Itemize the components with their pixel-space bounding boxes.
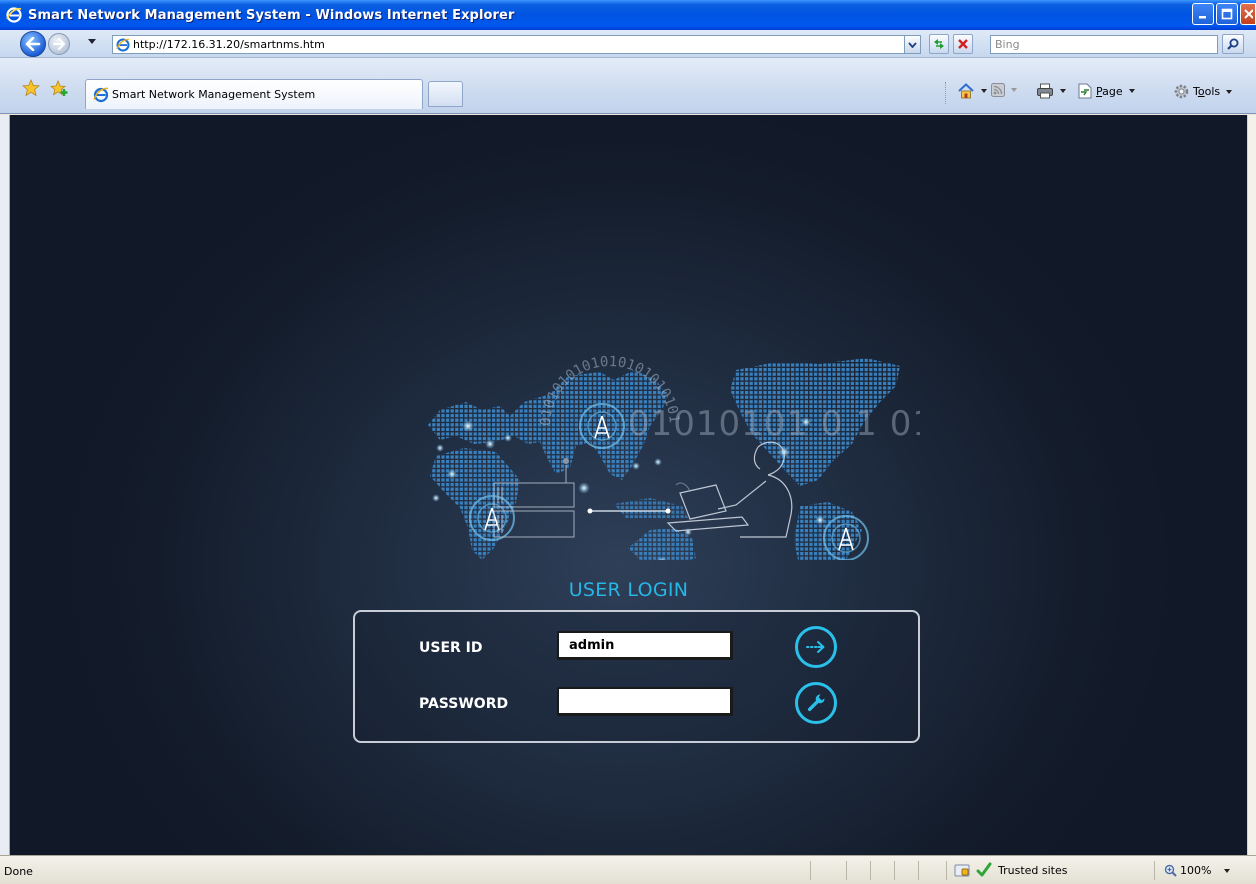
maximize-button[interactable]	[1216, 3, 1238, 25]
tab-command-bar: Smart Network Management System Page Too…	[0, 58, 1256, 114]
content-left-border	[0, 115, 10, 855]
tools-gear-icon	[1174, 84, 1189, 99]
status-divider	[894, 861, 895, 880]
stop-button[interactable]	[953, 34, 973, 54]
wrench-icon	[807, 694, 825, 712]
tools-menu-accel: o	[1197, 85, 1205, 98]
login-title: USER LOGIN	[568, 579, 689, 601]
forward-arrow-icon	[53, 38, 65, 50]
feeds-icon	[991, 83, 1005, 97]
tools-menu[interactable]: Tools	[1173, 83, 1233, 100]
search-button[interactable]	[1222, 34, 1244, 54]
user-id-label: USER ID	[419, 640, 483, 656]
page-menu[interactable]: Page	[1077, 83, 1135, 99]
forward-button[interactable]	[48, 33, 70, 55]
zoom-dropdown[interactable]	[1224, 868, 1231, 873]
maximize-icon	[1221, 8, 1233, 20]
status-divider	[946, 861, 947, 880]
check-icon	[976, 862, 992, 877]
vertical-scrollbar[interactable]	[1247, 115, 1256, 855]
chevron-down-icon	[908, 41, 917, 48]
settings-button[interactable]	[795, 682, 837, 724]
ie-icon	[93, 87, 109, 106]
status-divider	[810, 861, 811, 880]
login-arrow-icon	[806, 641, 825, 653]
address-field[interactable]: http://172.16.31.20/smartnms.htm	[112, 35, 921, 54]
user-id-input[interactable]	[557, 631, 733, 660]
print-button[interactable]	[1036, 83, 1066, 99]
status-divider	[1154, 861, 1155, 880]
search-input[interactable]: Bing	[990, 35, 1218, 54]
zoom-control[interactable]: 100%	[1164, 864, 1231, 877]
new-tab-button[interactable]	[428, 81, 463, 107]
zoom-icon	[1164, 864, 1177, 877]
search-icon	[1227, 38, 1239, 50]
login-page: 0101010101010101010101 01010101 0 1 0101	[10, 115, 1247, 855]
zoom-level: 100%	[1180, 864, 1212, 877]
security-zone[interactable]: Trusted sites	[954, 862, 1068, 878]
address-url: http://172.16.31.20/smartnms.htm	[133, 38, 325, 51]
page-icon	[1078, 83, 1092, 99]
status-divider	[846, 861, 847, 880]
status-text: Done	[4, 865, 33, 878]
refresh-button[interactable]	[929, 34, 949, 54]
back-button[interactable]	[20, 31, 46, 57]
print-icon	[1037, 83, 1053, 99]
feeds-button[interactable]	[991, 83, 1017, 97]
security-zone-label: Trusted sites	[998, 863, 1068, 877]
status-bar: Done Trusted sites 100%	[0, 855, 1256, 884]
window-title: Smart Network Management System - Window…	[28, 7, 515, 23]
favorites-star-icon[interactable]	[21, 78, 41, 100]
server-and-user-illustration	[493, 441, 793, 538]
tab-smart-nms[interactable]: Smart Network Management System	[85, 79, 423, 109]
minimize-icon	[1199, 16, 1206, 19]
window-title-bar[interactable]: Smart Network Management System - Window…	[0, 0, 1256, 30]
refresh-icon	[934, 39, 944, 49]
lock-icon	[954, 864, 970, 877]
recent-pages-dropdown[interactable]	[88, 39, 96, 44]
back-arrow-icon	[25, 37, 41, 51]
tools-menu-label: ols	[1204, 85, 1221, 98]
login-button[interactable]	[795, 626, 837, 668]
home-button[interactable]	[957, 83, 987, 99]
minimize-button[interactable]	[1192, 3, 1214, 25]
ie-icon	[6, 7, 22, 23]
toolbar-divider	[945, 82, 946, 104]
password-input[interactable]	[557, 687, 733, 716]
status-divider	[918, 861, 919, 880]
address-toolbar: http://172.16.31.20/smartnms.htm Bing	[0, 30, 1256, 58]
tab-label: Smart Network Management System	[112, 88, 316, 101]
address-dropdown-button[interactable]	[904, 35, 921, 54]
password-label: PASSWORD	[419, 696, 509, 712]
close-icon	[1244, 9, 1253, 19]
status-divider	[870, 861, 871, 880]
page-ie-icon	[116, 38, 130, 55]
home-icon	[958, 83, 974, 99]
add-favorites-icon[interactable]	[49, 79, 68, 100]
page-menu-label: age	[1102, 84, 1123, 98]
login-panel: USER ID PASSWORD	[353, 610, 920, 743]
close-button[interactable]	[1240, 3, 1256, 25]
stop-icon	[958, 39, 968, 49]
